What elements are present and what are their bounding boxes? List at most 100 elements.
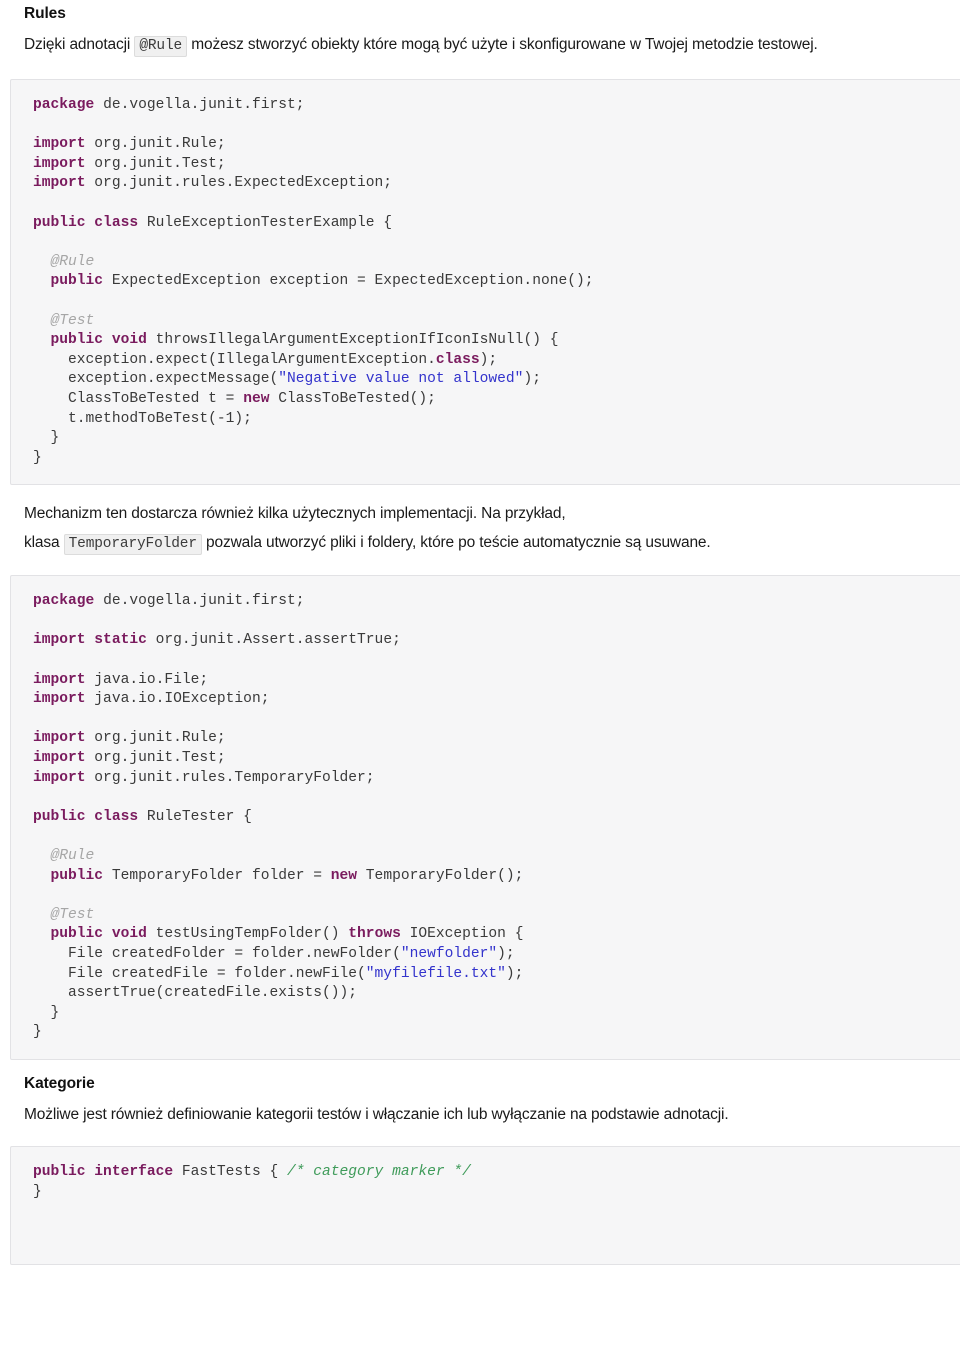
code-line: t.methodToBeTest(-1); bbox=[33, 410, 960, 430]
code-line: exception.expectMessage("Negative value … bbox=[33, 370, 960, 390]
code-token-kw: public class bbox=[33, 808, 139, 825]
code-line: public class RuleExceptionTesterExample … bbox=[33, 214, 960, 234]
code-token-kw: public bbox=[33, 867, 104, 884]
code-token-kw: import bbox=[33, 769, 86, 786]
code-token-kw: new bbox=[243, 390, 270, 407]
code-line: } bbox=[33, 1183, 960, 1203]
code-line: package de.vogella.junit.first; bbox=[33, 592, 960, 612]
code-block-fast-tests-interface: public interface FastTests { /* category… bbox=[10, 1145, 960, 1266]
code-line: public ExpectedException exception = Exp… bbox=[33, 272, 960, 292]
code-token-pln: org.junit.Test; bbox=[85, 750, 226, 767]
code-line: public class RuleTester { bbox=[33, 808, 960, 828]
code-token-pln: java.io.File; bbox=[85, 671, 209, 688]
code-token-kw: import bbox=[33, 671, 86, 688]
code-token-pln: org.junit.Test; bbox=[85, 155, 226, 172]
code-token-pln: ); bbox=[479, 351, 498, 368]
code-token-pln: assertTrue(createdFile.exists()); bbox=[33, 985, 358, 1002]
middle-paragraph-line1: Mechanizm ten dostarcza również kilka uż… bbox=[24, 499, 950, 528]
code-token-pln: ); bbox=[505, 965, 524, 982]
inline-code-rule-annotation: @Rule bbox=[134, 36, 188, 57]
code-line: import static org.junit.Assert.assertTru… bbox=[33, 631, 960, 651]
code-token-pln: exception.expect(IllegalArgumentExceptio… bbox=[33, 351, 436, 368]
code-token-kw: public void bbox=[33, 332, 147, 349]
code-token-pln: } bbox=[33, 1004, 60, 1021]
code-line: public TemporaryFolder folder = new Temp… bbox=[33, 867, 960, 887]
code-line: assertTrue(createdFile.exists()); bbox=[33, 984, 960, 1004]
code-token-cmt: /* category marker */ bbox=[286, 1163, 471, 1180]
code-token-kw: public bbox=[33, 273, 104, 290]
code-token-pln: de.vogella.junit.first; bbox=[94, 593, 305, 610]
code-line: } bbox=[33, 429, 960, 449]
code-token-pln: ); bbox=[497, 945, 515, 962]
code-token-pln: testUsingTempFolder() bbox=[146, 926, 349, 943]
code-line: import org.junit.Test; bbox=[33, 155, 960, 175]
code-line: } bbox=[33, 1023, 960, 1043]
code-token-kw: public interface bbox=[33, 1163, 174, 1180]
middle-paragraph-line2-before: klasa bbox=[24, 534, 64, 552]
code-line: File createdFolder = folder.newFolder("n… bbox=[33, 945, 960, 965]
code-token-ann: @Rule bbox=[33, 253, 95, 270]
code-token-kw: import bbox=[33, 155, 86, 172]
code-line: @Test bbox=[33, 906, 960, 926]
code-token-pln: org.junit.Rule; bbox=[85, 730, 226, 747]
code-token-pln: exception.expectMessage( bbox=[33, 371, 279, 388]
code-token-pln: TemporaryFolder(); bbox=[357, 867, 524, 884]
code-token-pln: java.io.IOException; bbox=[85, 691, 270, 708]
code-token-pln: File createdFolder = folder.newFolder( bbox=[33, 945, 401, 962]
code-line: public void testUsingTempFolder() throws… bbox=[33, 925, 960, 945]
code-token-pln: } bbox=[33, 1183, 42, 1200]
code-token-kw: import bbox=[33, 750, 86, 767]
code-block-rule-exception-tester-example: package de.vogella.junit.first; import o… bbox=[10, 79, 960, 486]
code-token-pln: IOException { bbox=[400, 926, 524, 943]
code-line: import org.junit.rules.TemporaryFolder; bbox=[33, 769, 960, 789]
code-token-kw: new bbox=[330, 867, 358, 884]
code-line: } bbox=[33, 1004, 960, 1024]
code-token-kw: package bbox=[33, 593, 95, 610]
code-token-kw: import bbox=[33, 691, 86, 708]
code-line: import java.io.File; bbox=[33, 671, 960, 691]
code-token-str: "myfilefile.txt" bbox=[365, 965, 506, 982]
code-token-pln: t.methodToBeTest(-1); bbox=[33, 410, 252, 427]
code-line: exception.expect(IllegalArgumentExceptio… bbox=[33, 351, 960, 371]
code-token-kw: import bbox=[33, 730, 86, 747]
code-token-pln: ClassToBeTested(); bbox=[269, 390, 436, 407]
code-line: @Rule bbox=[33, 253, 960, 273]
code-token-kw: import bbox=[33, 175, 86, 192]
code-line: import org.junit.Rule; bbox=[33, 135, 960, 155]
code-token-pln: RuleExceptionTesterExample { bbox=[138, 214, 393, 231]
code-token-pln: ); bbox=[523, 371, 541, 388]
middle-paragraph-line2: klasa TemporaryFolder pozwala utworzyć p… bbox=[24, 528, 950, 559]
code-line: ClassToBeTested t = new ClassToBeTested(… bbox=[33, 390, 960, 410]
code-line: import org.junit.Test; bbox=[33, 749, 960, 769]
code-token-kw: package bbox=[33, 97, 95, 113]
code-token-kw: throws bbox=[348, 926, 401, 943]
intro-paragraph: Dzięki adnotacji @Rule możesz stworzyć o… bbox=[24, 30, 950, 61]
code-token-pln: File createdFile = folder.newFile( bbox=[33, 965, 366, 982]
middle-paragraph-line1-text: Mechanizm ten dostarcza również kilka uż… bbox=[24, 505, 566, 523]
kategorie-paragraph: Możliwe jest również definiowanie katego… bbox=[24, 1100, 950, 1130]
code-line: package de.vogella.junit.first; bbox=[33, 96, 960, 116]
code-line: public void throwsIllegalArgumentExcepti… bbox=[33, 331, 960, 351]
code-line: import java.io.IOException; bbox=[33, 690, 960, 710]
code-token-str: "newfolder" bbox=[400, 945, 498, 962]
code-token-pln: } bbox=[33, 1024, 42, 1041]
code-token-pln: } bbox=[33, 449, 42, 466]
code-token-pln: org.junit.rules.ExpectedException; bbox=[85, 175, 393, 192]
code-token-pln: FastTests { bbox=[173, 1163, 287, 1180]
code-token-pln: org.junit.rules.TemporaryFolder; bbox=[85, 769, 375, 786]
document-page: Rules Dzięki adnotacji @Rule możesz stwo… bbox=[0, 4, 960, 1361]
code-token-pln: ExpectedException exception = ExpectedEx… bbox=[103, 273, 594, 290]
kategorie-paragraph-text: Możliwe jest również definiowanie katego… bbox=[24, 1105, 729, 1123]
code-line: public interface FastTests { /* category… bbox=[33, 1163, 960, 1183]
code-token-pln: } bbox=[33, 430, 60, 447]
code-token-pln: org.junit.Rule; bbox=[85, 136, 226, 153]
code-token-str: "Negative value not allowed" bbox=[278, 371, 524, 388]
code-line: import org.junit.rules.ExpectedException… bbox=[33, 174, 960, 194]
